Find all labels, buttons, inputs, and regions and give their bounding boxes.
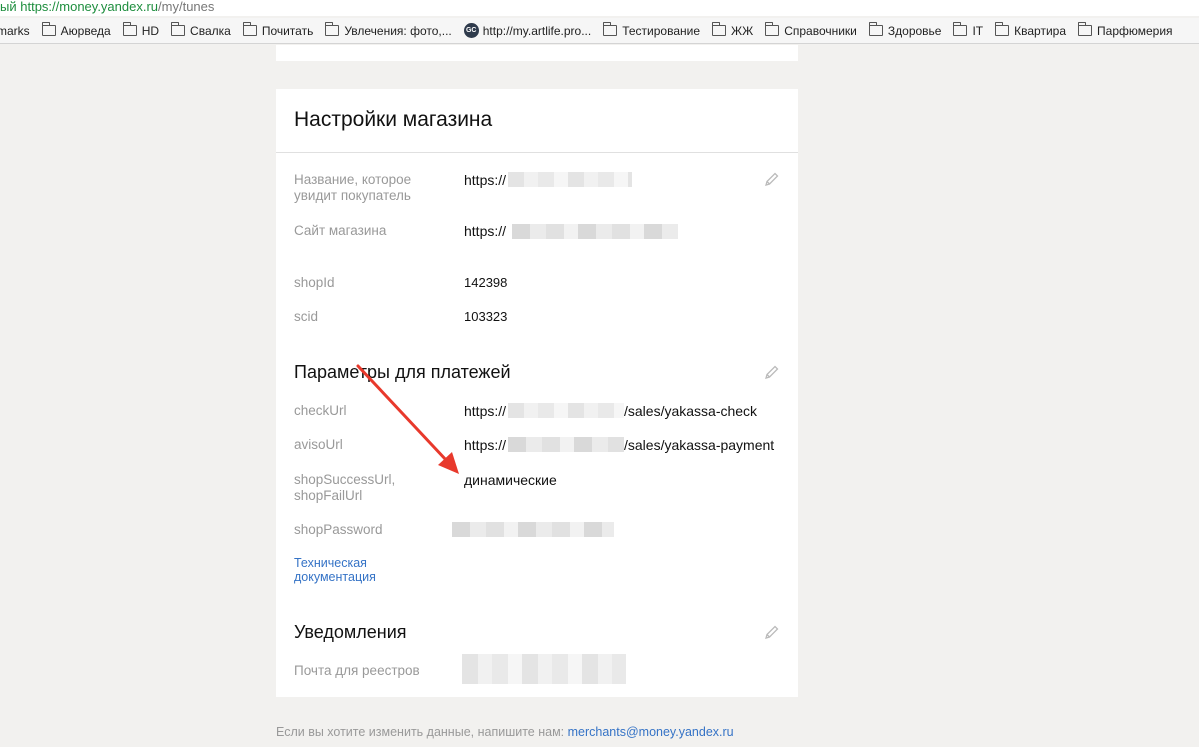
shop-name-value: https://: [464, 172, 507, 188]
registry-email-label: Почта для реестров: [294, 663, 420, 678]
bookmark-folder[interactable]: Тестирование: [603, 22, 700, 38]
scid-label: scid: [294, 309, 319, 324]
shop-name-label: Название, которое увидит покупатель: [294, 172, 412, 203]
folder-icon: [41, 22, 56, 36]
bookmark-folder[interactable]: IT: [953, 22, 983, 38]
redacted-avisourl: [508, 437, 624, 452]
success-fail-url-value: динамические: [464, 472, 557, 488]
url-prefix: ый: [0, 0, 17, 14]
folder-icon: [868, 22, 883, 36]
edit-pencil-icon[interactable]: [764, 364, 780, 380]
edit-pencil-icon[interactable]: [764, 171, 780, 187]
folder-icon: [122, 22, 137, 36]
bookmark-item[interactable]: marks: [0, 24, 30, 38]
payments-section-title: Параметры для платежей: [294, 362, 511, 382]
redacted-password: [452, 522, 614, 537]
technical-docs-link[interactable]: Техническая документация: [294, 556, 404, 584]
merchants-email-link[interactable]: merchants@money.yandex.ru: [568, 725, 734, 739]
url-path: /my/tunes: [158, 0, 215, 14]
address-bar[interactable]: ый https://money.yandex.ru/my/tunes: [0, 0, 1199, 16]
bookmarks-bar: marks Аюрведа HD Свалка Почитать Увлечен…: [0, 18, 1199, 44]
success-fail-url-label: shopSuccessUrl, shopFailUrl: [294, 472, 396, 503]
checkurl-label: checkUrl: [294, 403, 347, 418]
bookmark-folder[interactable]: Свалка: [171, 22, 231, 38]
shop-password-label: shopPassword: [294, 522, 383, 537]
shop-site-value: https://: [464, 223, 507, 239]
avisourl-label: avisoUrl: [294, 437, 343, 452]
folder-icon: [325, 22, 340, 36]
bookmark-folder[interactable]: Парфюмерия: [1078, 22, 1173, 38]
redacted-shop-name: [508, 172, 632, 187]
page-title: Настройки магазина: [276, 89, 798, 153]
checkurl-suffix: /sales/yakassa-check: [624, 403, 758, 419]
url-host: money.yandex.ru: [59, 0, 159, 14]
bookmark-folder[interactable]: Здоровье: [868, 22, 941, 38]
shopid-label: shopId: [294, 275, 335, 290]
folder-icon: [953, 22, 968, 36]
bookmark-link[interactable]: GC http://my.artlife.pro...: [463, 23, 591, 38]
redacted-shop-site: [512, 224, 678, 239]
folder-icon: [712, 22, 727, 36]
site-favicon-icon: GC: [463, 23, 479, 38]
bookmark-folder[interactable]: ЖЖ: [712, 22, 753, 38]
checkurl-prefix: https://: [464, 403, 507, 419]
previous-card-bottom: [276, 45, 798, 61]
bookmark-folder[interactable]: Почитать: [242, 22, 313, 38]
scid-value: 103323: [464, 309, 508, 324]
footer-text: Если вы хотите изменить данные, напишите…: [276, 725, 568, 739]
avisourl-prefix: https://: [464, 437, 507, 453]
folder-icon: [1078, 22, 1093, 36]
folder-icon: [242, 22, 257, 36]
bookmark-folder[interactable]: HD: [122, 22, 159, 38]
bookmark-folder[interactable]: Справочники: [765, 22, 857, 38]
folder-icon: [603, 22, 618, 36]
folder-icon: [765, 22, 780, 36]
bookmark-folder[interactable]: Квартира: [995, 22, 1066, 38]
folder-icon: [171, 22, 186, 36]
shop-site-label: Сайт магазина: [294, 223, 387, 238]
footer-note: Если вы хотите изменить данные, напишите…: [276, 725, 734, 739]
shopid-value: 142398: [464, 275, 508, 290]
bookmark-folder[interactable]: Увлечения: фото,...: [325, 22, 452, 38]
avisourl-suffix: /sales/yakassa-payment: [624, 437, 775, 453]
notifications-section-title: Уведомления: [294, 622, 407, 642]
bookmark-folder[interactable]: Аюрведа: [41, 22, 111, 38]
edit-pencil-icon[interactable]: [764, 624, 780, 640]
redacted-registry-email: [462, 654, 626, 684]
redacted-checkurl: [508, 403, 624, 418]
folder-icon: [995, 22, 1010, 36]
url-scheme: https://: [20, 0, 60, 14]
